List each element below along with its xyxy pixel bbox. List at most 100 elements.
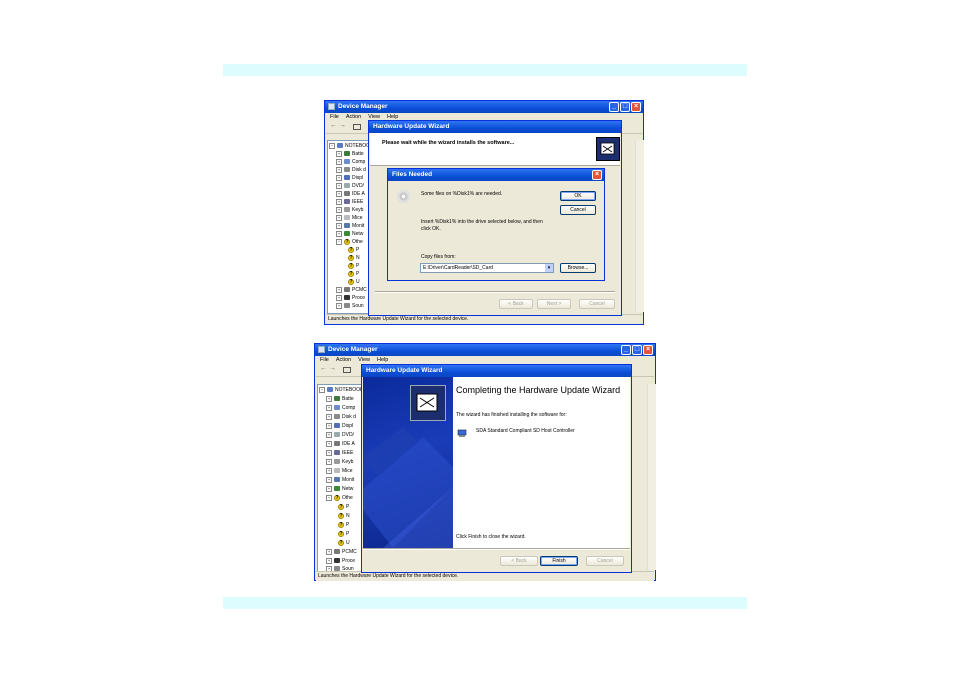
forward-arrow-icon[interactable]: → [329, 365, 336, 372]
tree-item[interactable]: ? U [348, 278, 360, 286]
tree-item[interactable]: ? P [348, 246, 359, 254]
next-button[interactable]: Next > [537, 299, 571, 309]
menu-action[interactable]: Action [346, 114, 361, 120]
tree-item[interactable]: + Disk d [326, 413, 356, 421]
browse-button[interactable]: Browse... [560, 263, 596, 273]
finish-button[interactable]: Finish [540, 556, 578, 566]
processor-icon [334, 558, 340, 564]
forward-arrow-icon[interactable]: → [339, 122, 346, 129]
wizard-titlebar[interactable]: Hardware Update Wizard [362, 365, 631, 377]
display-icon [344, 175, 350, 181]
copy-files-from-combobox[interactable]: E:\Driver\CardReader\SD_Card ▾ [420, 263, 554, 273]
tree-item[interactable]: + Displ [336, 174, 363, 182]
tree-item[interactable]: + Soun [336, 302, 364, 310]
tree-item[interactable]: + Proce [336, 294, 365, 302]
dropdown-arrow-icon[interactable]: ▾ [545, 264, 553, 272]
back-button[interactable]: < Back [499, 299, 533, 309]
back-button[interactable]: < Back [500, 556, 538, 566]
dvd-icon [334, 432, 340, 438]
tree-item[interactable]: ? N [348, 254, 360, 262]
properties-icon[interactable] [353, 124, 361, 130]
tree-item[interactable]: + Disk d [336, 166, 366, 174]
files-needed-titlebar[interactable]: Files Needed × [388, 169, 604, 181]
mouse-icon [334, 468, 340, 474]
tree-item[interactable]: + Monit [336, 222, 364, 230]
tree-item[interactable]: + Mice [336, 214, 363, 222]
maximize-button[interactable]: □ [632, 345, 642, 355]
battery-icon [334, 396, 340, 402]
minimize-button[interactable]: _ [609, 102, 619, 112]
wizard-separator [375, 291, 615, 293]
minimize-button[interactable]: _ [621, 345, 631, 355]
menu-action[interactable]: Action [336, 357, 351, 363]
tree-item[interactable]: + Monit [326, 476, 354, 484]
unknown-device-icon: ? [338, 539, 344, 546]
tree-item[interactable]: ? N [338, 512, 350, 520]
tree-item[interactable]: + IDE A [326, 440, 355, 448]
cd-drive-icon [397, 190, 410, 203]
tree-item[interactable]: + Proce [326, 557, 355, 565]
tree-item[interactable]: ? P [338, 521, 349, 529]
tree-item[interactable]: + Mice [326, 467, 353, 475]
hardware-wizard-icon [596, 137, 620, 161]
device-name: SDA Standard Compliant SD Host Controlle… [476, 428, 575, 434]
menu-view[interactable]: View [358, 357, 370, 363]
tree-item[interactable]: + IDE A [336, 190, 365, 198]
tree-item[interactable]: + IEEE [326, 449, 353, 457]
tree-scrollbar[interactable] [647, 384, 656, 570]
computer-icon [344, 159, 350, 165]
tree-item[interactable]: + DVD/ [326, 431, 354, 439]
tree-item[interactable]: ? U [338, 539, 350, 547]
tree-item[interactable]: −? Othe [326, 494, 353, 502]
maximize-button[interactable]: □ [620, 102, 630, 112]
cancel-button[interactable]: Cancel [579, 299, 615, 309]
window-title: Device Manager [338, 103, 388, 110]
wizard-header: Please wait while the wizard installs th… [370, 133, 620, 166]
keyboard-icon [344, 207, 350, 213]
menu-help[interactable]: Help [377, 357, 388, 363]
tree-item[interactable]: + Displ [326, 422, 353, 430]
cancel-button[interactable]: Cancel [560, 205, 596, 215]
tree-root[interactable]: − NOTEBOOK [319, 386, 363, 394]
pcmcia-icon [344, 287, 350, 293]
unknown-device-icon: ? [338, 521, 344, 528]
tree-item[interactable]: ? P [348, 262, 359, 270]
properties-icon[interactable] [343, 367, 351, 373]
cancel-button[interactable]: Cancel [586, 556, 624, 566]
tree-item[interactable]: + Keyb [336, 206, 363, 214]
tree-item[interactable]: + Batte [336, 150, 364, 158]
menu-file[interactable]: File [330, 114, 339, 120]
device-manager-titlebar[interactable]: Device Manager _ □ × [315, 344, 655, 356]
tree-item[interactable]: + PCMC [336, 286, 367, 294]
wizard-titlebar[interactable]: Hardware Update Wizard [369, 121, 621, 133]
tree-item[interactable]: + IEEE [336, 198, 363, 206]
back-arrow-icon[interactable]: ← [330, 122, 337, 129]
tree-item[interactable]: + Netw [336, 230, 363, 238]
ieee-icon [334, 450, 340, 456]
unknown-device-icon: ? [338, 530, 344, 537]
tree-item[interactable]: + Comp [326, 404, 355, 412]
close-button[interactable]: × [592, 170, 602, 180]
tree-item[interactable]: ? P [338, 503, 349, 511]
tree-item[interactable]: + Comp [336, 158, 365, 166]
tree-root[interactable]: − NOTEBOOK [329, 142, 373, 150]
tree-item[interactable]: + Netw [326, 485, 353, 493]
device-manager-titlebar[interactable]: Device Manager _ □ × [325, 101, 643, 113]
tree-item[interactable]: −? Othe [336, 238, 363, 246]
top-band [223, 64, 747, 76]
ok-button[interactable]: OK [560, 191, 596, 201]
tree-item[interactable]: ? P [348, 270, 359, 278]
menu-file[interactable]: File [320, 357, 329, 363]
tree-item[interactable]: + Keyb [326, 458, 353, 466]
close-button[interactable]: × [643, 345, 653, 355]
close-button[interactable]: × [631, 102, 641, 112]
tree-scrollbar[interactable] [635, 140, 644, 312]
sd-host-controller-icon [457, 429, 467, 438]
back-arrow-icon[interactable]: ← [320, 365, 327, 372]
tree-item[interactable]: + Batte [326, 395, 354, 403]
computer-icon [337, 143, 343, 149]
disk-icon [334, 414, 340, 420]
tree-item[interactable]: ? P [338, 530, 349, 538]
tree-item[interactable]: + PCMC [326, 548, 357, 556]
tree-item[interactable]: + DVD/ [336, 182, 364, 190]
